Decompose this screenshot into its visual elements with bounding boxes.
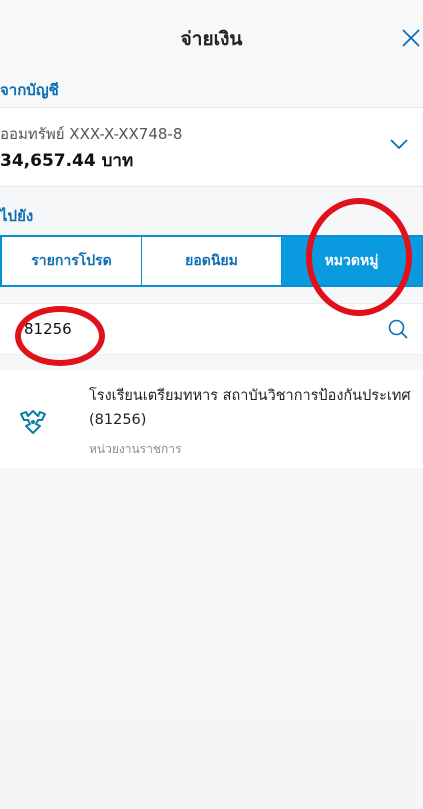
list-item[interactable]: โรงเรียนเตรียมทหาร สถาบันวิชาการป้องกันป… (0, 370, 423, 468)
from-account-label: จากบัญชี (0, 81, 59, 99)
search-icon[interactable] (387, 318, 409, 340)
header: จ่ายเงิน (0, 0, 423, 70)
close-icon (402, 29, 420, 47)
tab-categories[interactable]: หมวดหมู่ (282, 237, 421, 285)
account-balance: 34,657.44 บาท (0, 151, 134, 171)
page-title: จ่ายเงิน (180, 28, 243, 50)
search-bar (0, 303, 423, 355)
tab-popular[interactable]: ยอดนิยม (142, 237, 282, 285)
result-code: (81256) (89, 412, 147, 428)
payment-screen: จ่ายเงิน จากบัญชี ออมทรัพย์ XXX-X-XX748-… (0, 0, 423, 809)
crest-logo-icon (20, 410, 46, 434)
search-input[interactable] (24, 304, 364, 354)
result-category: หน่วยงานราชการ (89, 442, 182, 456)
to-label: ไปยัง (0, 207, 34, 225)
close-button[interactable] (397, 24, 423, 52)
chevron-down-icon (390, 139, 408, 150)
account-name: ออมทรัพย์ XXX-X-XX748-8 (0, 125, 183, 143)
result-name: โรงเรียนเตรียมทหาร สถาบันวิชาการป้องกันป… (89, 388, 411, 404)
account-selector[interactable]: ออมทรัพย์ XXX-X-XX748-8 34,657.44 บาท (0, 107, 423, 187)
tab-favorites[interactable]: รายการโปรด (2, 237, 142, 285)
payee-tabs: รายการโปรด ยอดนิยม หมวดหมู่ (0, 235, 423, 287)
